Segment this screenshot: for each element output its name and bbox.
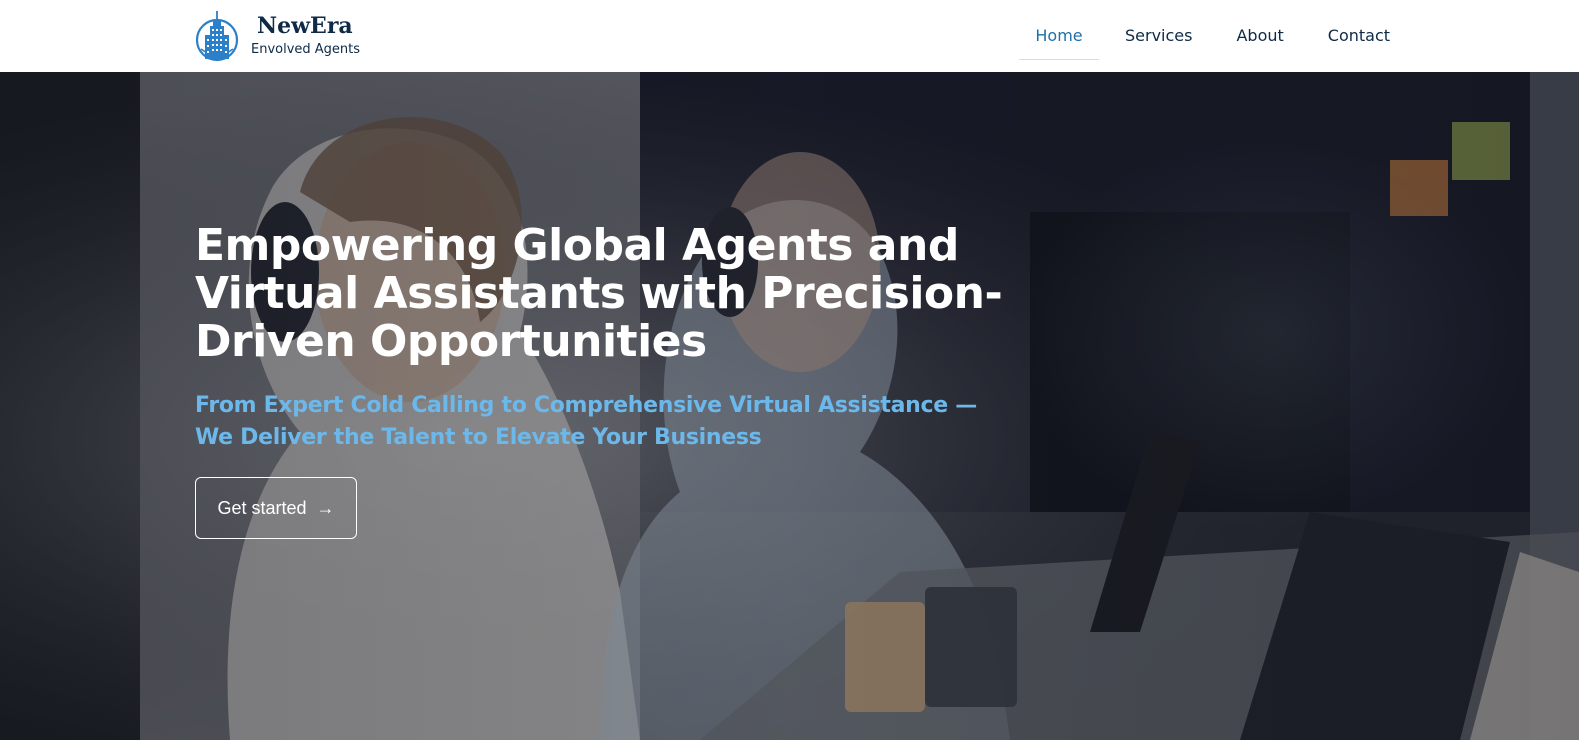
get-started-label: Get started <box>217 497 307 518</box>
nav-item-home[interactable]: Home <box>1019 14 1099 60</box>
main-nav: Home Services About Contact <box>1019 0 1390 72</box>
arrow-right-icon: → <box>316 498 335 518</box>
hero-title: Empowering Global Agents and Virtual Ass… <box>195 220 1003 367</box>
skyscraper-globe-icon <box>195 11 239 62</box>
hero-section: Empowering Global Agents and Virtual Ass… <box>0 72 1579 740</box>
site-header: NewEra Envolved Agents Home Services Abo… <box>0 0 1579 72</box>
get-started-button[interactable]: Get started → <box>195 477 357 539</box>
hero-subtitle: From Expert Cold Calling to Comprehensiv… <box>195 393 977 450</box>
brand-tagline: Envolved Agents <box>251 42 361 57</box>
nav-item-services[interactable]: Services <box>1099 14 1210 58</box>
brand-logo-link[interactable]: NewEra Envolved Agents <box>195 9 360 63</box>
brand-text: NewEra Envolved Agents <box>251 13 391 58</box>
nav-item-about[interactable]: About <box>1210 14 1301 58</box>
nav-item-contact[interactable]: Contact <box>1302 14 1390 58</box>
brand-name: NewEra <box>257 13 353 39</box>
